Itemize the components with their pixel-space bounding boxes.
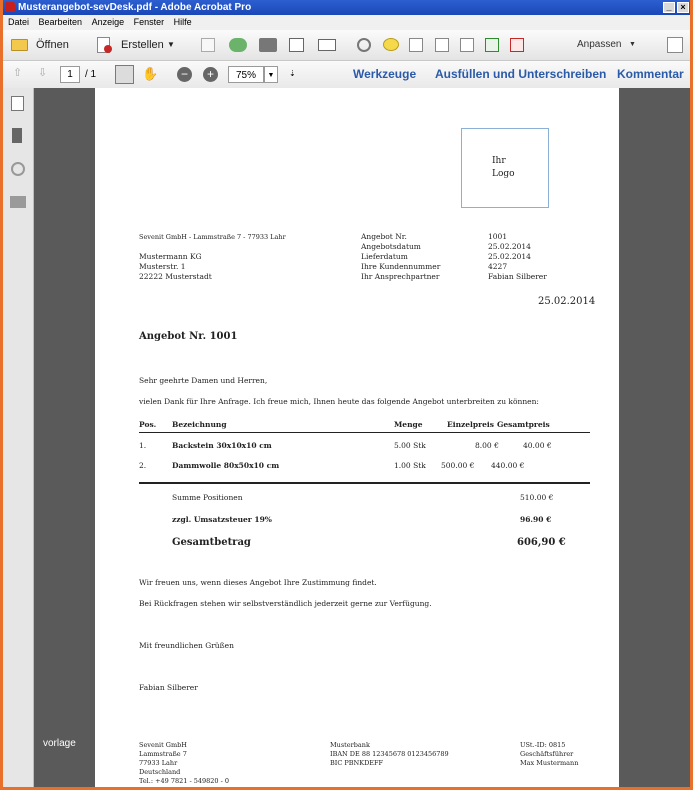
chevron-down-icon: ▼: [629, 41, 636, 48]
sum-label: Summe Positionen: [172, 493, 243, 502]
navigation-toolbar: ⇧ ⇩ / 1 ✋ − + 75% ▼ ⇣ Werkzeuge Ausfülle…: [3, 61, 690, 89]
more-tools-icon[interactable]: ⇣: [289, 70, 296, 78]
arrow-down-icon[interactable]: ⇩: [38, 68, 47, 79]
edit-icon[interactable]: [289, 38, 304, 52]
zoom-dropdown-icon[interactable]: ▼: [264, 66, 278, 83]
page-number-input[interactable]: [60, 66, 80, 83]
meta-label: Angebot Nr.: [361, 232, 407, 241]
export-icon[interactable]: [485, 38, 499, 52]
menu-anzeige[interactable]: Anzeige: [92, 15, 125, 30]
fullscreen-icon[interactable]: [667, 37, 683, 53]
menu-bar: Datei Bearbeiten Anzeige Fenster Hilfe: [3, 15, 690, 30]
col-qty: Menge: [394, 420, 423, 429]
print-icon[interactable]: [259, 38, 277, 52]
signer-name: Fabian Silberer: [139, 683, 198, 692]
logo-placeholder: Ihr Logo: [461, 128, 549, 208]
greeting: Sehr geehrte Damen und Herren,: [139, 376, 268, 385]
comment-panel-link[interactable]: Kommentar: [617, 66, 684, 83]
form-icon[interactable]: [510, 38, 524, 52]
minimize-button[interactable]: _: [663, 2, 675, 13]
bookmark-icon[interactable]: [12, 128, 22, 143]
open-button[interactable]: Öffnen: [11, 36, 73, 54]
customize-menu[interactable]: Anpassen ▼: [577, 36, 637, 54]
col-total: Gesamtpreis: [497, 420, 550, 429]
signature-icon[interactable]: [10, 196, 26, 208]
closing-text: Bei Rückfragen stehen wir selbstverständ…: [139, 599, 432, 608]
col-unit: Einzelpreis: [447, 420, 494, 429]
meta-value: 4227: [488, 262, 508, 271]
folder-icon: [11, 39, 28, 51]
menu-hilfe[interactable]: Hilfe: [174, 15, 192, 30]
zoom-in-icon[interactable]: +: [203, 67, 218, 82]
main-toolbar: Öffnen Erstellen ▼ Anpassen ▼: [3, 30, 690, 61]
create-button[interactable]: Erstellen ▼: [97, 36, 177, 54]
meta-value: Fabian Silberer: [488, 272, 547, 281]
meta-label: Ihr Ansprechpartner: [361, 272, 440, 281]
comment-icon[interactable]: [383, 38, 399, 51]
overlay-label: vorlage: [43, 738, 76, 749]
meta-value: 25.02.2014: [488, 242, 531, 251]
close-button[interactable]: ×: [677, 2, 689, 13]
acrobat-icon: [5, 2, 15, 12]
sender-line: Sevenit GmbH - Lammstraße 7 - 77933 Lahr: [139, 233, 286, 241]
attachment-icon[interactable]: [11, 162, 25, 176]
meta-label: Angebotsdatum: [361, 242, 421, 251]
meta-value: 1001: [488, 232, 508, 241]
zoom-select[interactable]: 75%: [228, 66, 264, 83]
meta-label: Ihre Kundennummer: [361, 262, 441, 271]
stamp-icon[interactable]: [435, 38, 449, 52]
fill-sign-panel-link[interactable]: Ausfüllen und Unterschreiben: [435, 66, 606, 83]
highlight-icon[interactable]: [409, 38, 423, 52]
regards: Mit freundlichen Grüßen: [139, 641, 234, 650]
create-pdf-badge-icon: [104, 45, 112, 53]
table-header-rule: [139, 432, 590, 433]
window-title: Musterangebot-sevDesk.pdf - Adobe Acroba…: [18, 2, 252, 13]
tools-panel-link[interactable]: Werkzeuge: [353, 66, 416, 83]
vertical-scrollbar[interactable]: [681, 88, 690, 787]
app-window: Musterangebot-sevDesk.pdf - Adobe Acroba…: [0, 0, 693, 790]
col-pos: Pos.: [139, 420, 157, 429]
intro-text: vielen Dank für Ihre Anfrage. Ich freue …: [139, 397, 539, 406]
table-bottom-rule: [139, 482, 590, 484]
sum-value: 510.00 €: [520, 493, 554, 502]
document-date: 25.02.2014: [538, 296, 596, 307]
menu-datei[interactable]: Datei: [8, 15, 29, 30]
navigation-sidebar: [3, 88, 34, 787]
recipient-line: 22222 Musterstadt: [139, 272, 212, 281]
meta-value: 25.02.2014: [488, 252, 531, 261]
select-tool-icon[interactable]: [115, 65, 134, 84]
offer-heading: Angebot Nr. 1001: [139, 331, 238, 342]
grand-total-label: Gesamtbetrag: [172, 537, 251, 548]
email-icon[interactable]: [318, 39, 336, 51]
col-desc: Bezeichnung: [172, 420, 227, 429]
vat-value: 96.90 €: [520, 515, 552, 524]
menu-fenster[interactable]: Fenster: [134, 15, 165, 30]
pages-icon[interactable]: [11, 96, 24, 111]
grand-total-value: 606,90 €: [517, 537, 566, 548]
recipient-line: Musterstr. 1: [139, 262, 186, 271]
closing-text: Wir freuen uns, wenn dieses Angebot Ihre…: [139, 578, 377, 587]
recipient-line: Mustermann KG: [139, 252, 202, 261]
page-total: / 1: [85, 69, 97, 80]
vat-label: zzgl. Umsatzsteuer 19%: [172, 515, 272, 524]
cloud-upload-icon[interactable]: [229, 38, 247, 52]
arrow-up-icon[interactable]: ⇧: [13, 68, 22, 79]
meta-label: Lieferdatum: [361, 252, 408, 261]
pdf-page: Ihr Logo Sevenit GmbH - Lammstraße 7 - 7…: [95, 88, 619, 787]
hand-tool-icon[interactable]: ✋: [142, 66, 158, 81]
save-icon[interactable]: [201, 38, 215, 52]
zoom-out-icon[interactable]: −: [177, 67, 192, 82]
title-bar: Musterangebot-sevDesk.pdf - Adobe Acroba…: [3, 0, 690, 15]
chevron-down-icon: ▼: [167, 40, 175, 49]
menu-bearbeiten[interactable]: Bearbeiten: [39, 15, 83, 30]
attach-icon[interactable]: [460, 38, 474, 52]
gear-icon[interactable]: [357, 38, 371, 52]
